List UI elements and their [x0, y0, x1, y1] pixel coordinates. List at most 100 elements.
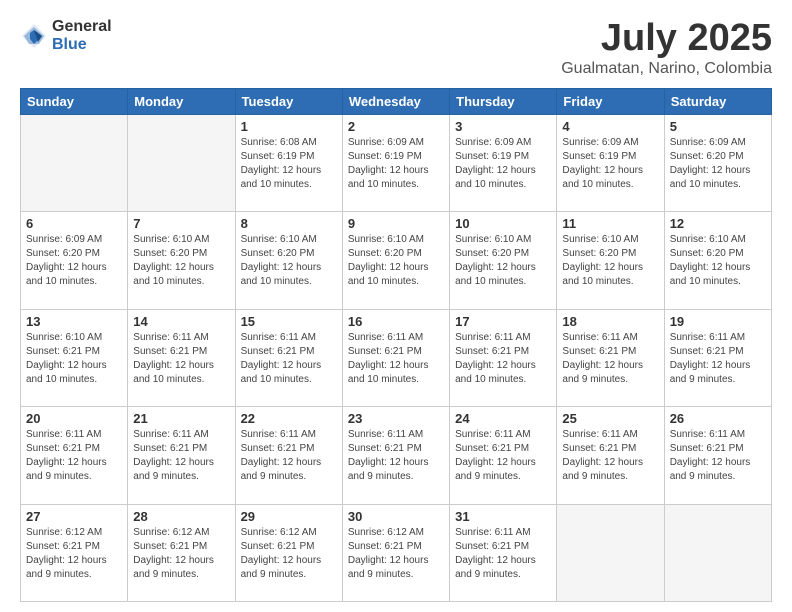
day-info: Sunrise: 6:10 AM Sunset: 6:20 PM Dayligh…: [562, 233, 658, 289]
day-info: Sunrise: 6:09 AM Sunset: 6:19 PM Dayligh…: [455, 136, 551, 192]
calendar-cell: 8 Sunrise: 6:10 AM Sunset: 6:20 PM Daylig…: [235, 212, 342, 309]
day-number: 15: [241, 314, 337, 329]
day-number: 22: [241, 411, 337, 426]
calendar-cell: 20 Sunrise: 6:11 AM Sunset: 6:21 PM Dayli…: [21, 407, 128, 504]
day-info: Sunrise: 6:11 AM Sunset: 6:21 PM Dayligh…: [241, 331, 337, 387]
calendar-cell: 17 Sunrise: 6:11 AM Sunset: 6:21 PM Dayli…: [450, 309, 557, 406]
day-info: Sunrise: 6:11 AM Sunset: 6:21 PM Dayligh…: [562, 331, 658, 387]
calendar-cell: 13 Sunrise: 6:10 AM Sunset: 6:21 PM Dayli…: [21, 309, 128, 406]
day-number: 13: [26, 314, 122, 329]
calendar-cell: 7 Sunrise: 6:10 AM Sunset: 6:20 PM Daylig…: [128, 212, 235, 309]
title-block: July 2025 Gualmatan, Narino, Colombia: [561, 18, 772, 78]
header-thursday: Thursday: [450, 88, 557, 114]
day-number: 19: [670, 314, 766, 329]
calendar-cell: 18 Sunrise: 6:11 AM Sunset: 6:21 PM Dayli…: [557, 309, 664, 406]
calendar-cell: 30Sunrise: 6:12 AM Sunset: 6:21 PM Dayli…: [342, 504, 449, 601]
calendar-cell: 28Sunrise: 6:12 AM Sunset: 6:21 PM Dayli…: [128, 504, 235, 601]
logo: General Blue: [20, 18, 112, 53]
day-number: 31: [455, 509, 551, 524]
calendar-cell: 11 Sunrise: 6:10 AM Sunset: 6:20 PM Dayli…: [557, 212, 664, 309]
day-number: 26: [670, 411, 766, 426]
day-number: 18: [562, 314, 658, 329]
day-number: 27: [26, 509, 122, 524]
day-info: Sunrise: 6:11 AM Sunset: 6:21 PM Dayligh…: [348, 331, 444, 387]
calendar-cell: 27 Sunrise: 6:12 AM Sunset: 6:21 PM Dayli…: [21, 504, 128, 601]
day-number: 8: [241, 216, 337, 231]
logo-icon: [20, 22, 48, 50]
day-info: Sunrise: 6:10 AM Sunset: 6:20 PM Dayligh…: [241, 233, 337, 289]
day-info: Sunrise: 6:09 AM Sunset: 6:19 PM Dayligh…: [562, 136, 658, 192]
day-number: 2: [348, 119, 444, 134]
calendar-cell: 10 Sunrise: 6:10 AM Sunset: 6:20 PM Dayli…: [450, 212, 557, 309]
logo-text: General Blue: [52, 18, 112, 53]
day-info: Sunrise: 6:11 AM Sunset: 6:21 PM Dayligh…: [670, 428, 766, 484]
page: General Blue July 2025 Gualmatan, Narino…: [0, 0, 792, 612]
day-info: Sunrise: 6:10 AM Sunset: 6:20 PM Dayligh…: [455, 233, 551, 289]
header-wednesday: Wednesday: [342, 88, 449, 114]
day-info: Sunrise: 6:11 AM Sunset: 6:21 PM Dayligh…: [455, 526, 551, 582]
day-number: 7: [133, 216, 229, 231]
day-info: Sunrise: 6:11 AM Sunset: 6:21 PM Dayligh…: [562, 428, 658, 484]
day-info: Sunrise: 6:11 AM Sunset: 6:21 PM Dayligh…: [133, 331, 229, 387]
calendar-cell: 2Sunrise: 6:09 AM Sunset: 6:19 PM Daylig…: [342, 114, 449, 211]
day-number: 25: [562, 411, 658, 426]
day-info: Sunrise: 6:11 AM Sunset: 6:21 PM Dayligh…: [26, 428, 122, 484]
logo-general: General: [52, 18, 112, 36]
calendar-cell: [664, 504, 771, 601]
day-number: 17: [455, 314, 551, 329]
day-info: Sunrise: 6:12 AM Sunset: 6:21 PM Dayligh…: [348, 526, 444, 582]
day-info: Sunrise: 6:10 AM Sunset: 6:20 PM Dayligh…: [670, 233, 766, 289]
calendar-cell: [21, 114, 128, 211]
day-number: 5: [670, 119, 766, 134]
day-number: 11: [562, 216, 658, 231]
day-number: 10: [455, 216, 551, 231]
day-number: 21: [133, 411, 229, 426]
calendar-cell: 31 Sunrise: 6:11 AM Sunset: 6:21 PM Dayli…: [450, 504, 557, 601]
day-info: Sunrise: 6:10 AM Sunset: 6:20 PM Dayligh…: [133, 233, 229, 289]
header-sunday: Sunday: [21, 88, 128, 114]
header: General Blue July 2025 Gualmatan, Narino…: [20, 18, 772, 78]
calendar-cell: 14 Sunrise: 6:11 AM Sunset: 6:21 PM Dayli…: [128, 309, 235, 406]
calendar-cell: [128, 114, 235, 211]
day-number: 3: [455, 119, 551, 134]
day-number: 24: [455, 411, 551, 426]
header-monday: Monday: [128, 88, 235, 114]
day-info: Sunrise: 6:11 AM Sunset: 6:21 PM Dayligh…: [455, 428, 551, 484]
day-number: 9: [348, 216, 444, 231]
calendar-week-0: 1Sunrise: 6:08 AM Sunset: 6:19 PM Daylig…: [21, 114, 772, 211]
day-info: Sunrise: 6:08 AM Sunset: 6:19 PM Dayligh…: [241, 136, 337, 192]
calendar-cell: 15 Sunrise: 6:11 AM Sunset: 6:21 PM Dayli…: [235, 309, 342, 406]
calendar-table: Sunday Monday Tuesday Wednesday Thursday…: [20, 88, 772, 602]
calendar-cell: 21 Sunrise: 6:11 AM Sunset: 6:21 PM Dayli…: [128, 407, 235, 504]
calendar-cell: 26 Sunrise: 6:11 AM Sunset: 6:21 PM Dayli…: [664, 407, 771, 504]
calendar-cell: 16Sunrise: 6:11 AM Sunset: 6:21 PM Dayli…: [342, 309, 449, 406]
day-info: Sunrise: 6:11 AM Sunset: 6:21 PM Dayligh…: [133, 428, 229, 484]
day-info: Sunrise: 6:12 AM Sunset: 6:21 PM Dayligh…: [26, 526, 122, 582]
calendar-week-1: 6Sunrise: 6:09 AM Sunset: 6:20 PM Daylig…: [21, 212, 772, 309]
day-number: 23: [348, 411, 444, 426]
day-number: 12: [670, 216, 766, 231]
day-info: Sunrise: 6:10 AM Sunset: 6:21 PM Dayligh…: [26, 331, 122, 387]
calendar-cell: 22 Sunrise: 6:11 AM Sunset: 6:21 PM Dayli…: [235, 407, 342, 504]
day-number: 20: [26, 411, 122, 426]
main-title: July 2025: [561, 18, 772, 60]
calendar-cell: 23Sunrise: 6:11 AM Sunset: 6:21 PM Dayli…: [342, 407, 449, 504]
calendar-cell: 4 Sunrise: 6:09 AM Sunset: 6:19 PM Daylig…: [557, 114, 664, 211]
calendar-cell: 6Sunrise: 6:09 AM Sunset: 6:20 PM Daylig…: [21, 212, 128, 309]
calendar-week-2: 13 Sunrise: 6:10 AM Sunset: 6:21 PM Dayli…: [21, 309, 772, 406]
calendar-cell: 3 Sunrise: 6:09 AM Sunset: 6:19 PM Daylig…: [450, 114, 557, 211]
day-number: 14: [133, 314, 229, 329]
calendar-cell: 19 Sunrise: 6:11 AM Sunset: 6:21 PM Dayli…: [664, 309, 771, 406]
calendar-cell: 24 Sunrise: 6:11 AM Sunset: 6:21 PM Dayli…: [450, 407, 557, 504]
day-info: Sunrise: 6:11 AM Sunset: 6:21 PM Dayligh…: [241, 428, 337, 484]
day-number: 4: [562, 119, 658, 134]
calendar-week-4: 27 Sunrise: 6:12 AM Sunset: 6:21 PM Dayli…: [21, 504, 772, 601]
day-info: Sunrise: 6:12 AM Sunset: 6:21 PM Dayligh…: [241, 526, 337, 582]
calendar-cell: 5Sunrise: 6:09 AM Sunset: 6:20 PM Daylig…: [664, 114, 771, 211]
subtitle: Gualmatan, Narino, Colombia: [561, 60, 772, 78]
header-saturday: Saturday: [664, 88, 771, 114]
calendar-cell: 29Sunrise: 6:12 AM Sunset: 6:21 PM Dayli…: [235, 504, 342, 601]
day-info: Sunrise: 6:11 AM Sunset: 6:21 PM Dayligh…: [670, 331, 766, 387]
day-info: Sunrise: 6:11 AM Sunset: 6:21 PM Dayligh…: [455, 331, 551, 387]
calendar-cell: 12 Sunrise: 6:10 AM Sunset: 6:20 PM Dayli…: [664, 212, 771, 309]
